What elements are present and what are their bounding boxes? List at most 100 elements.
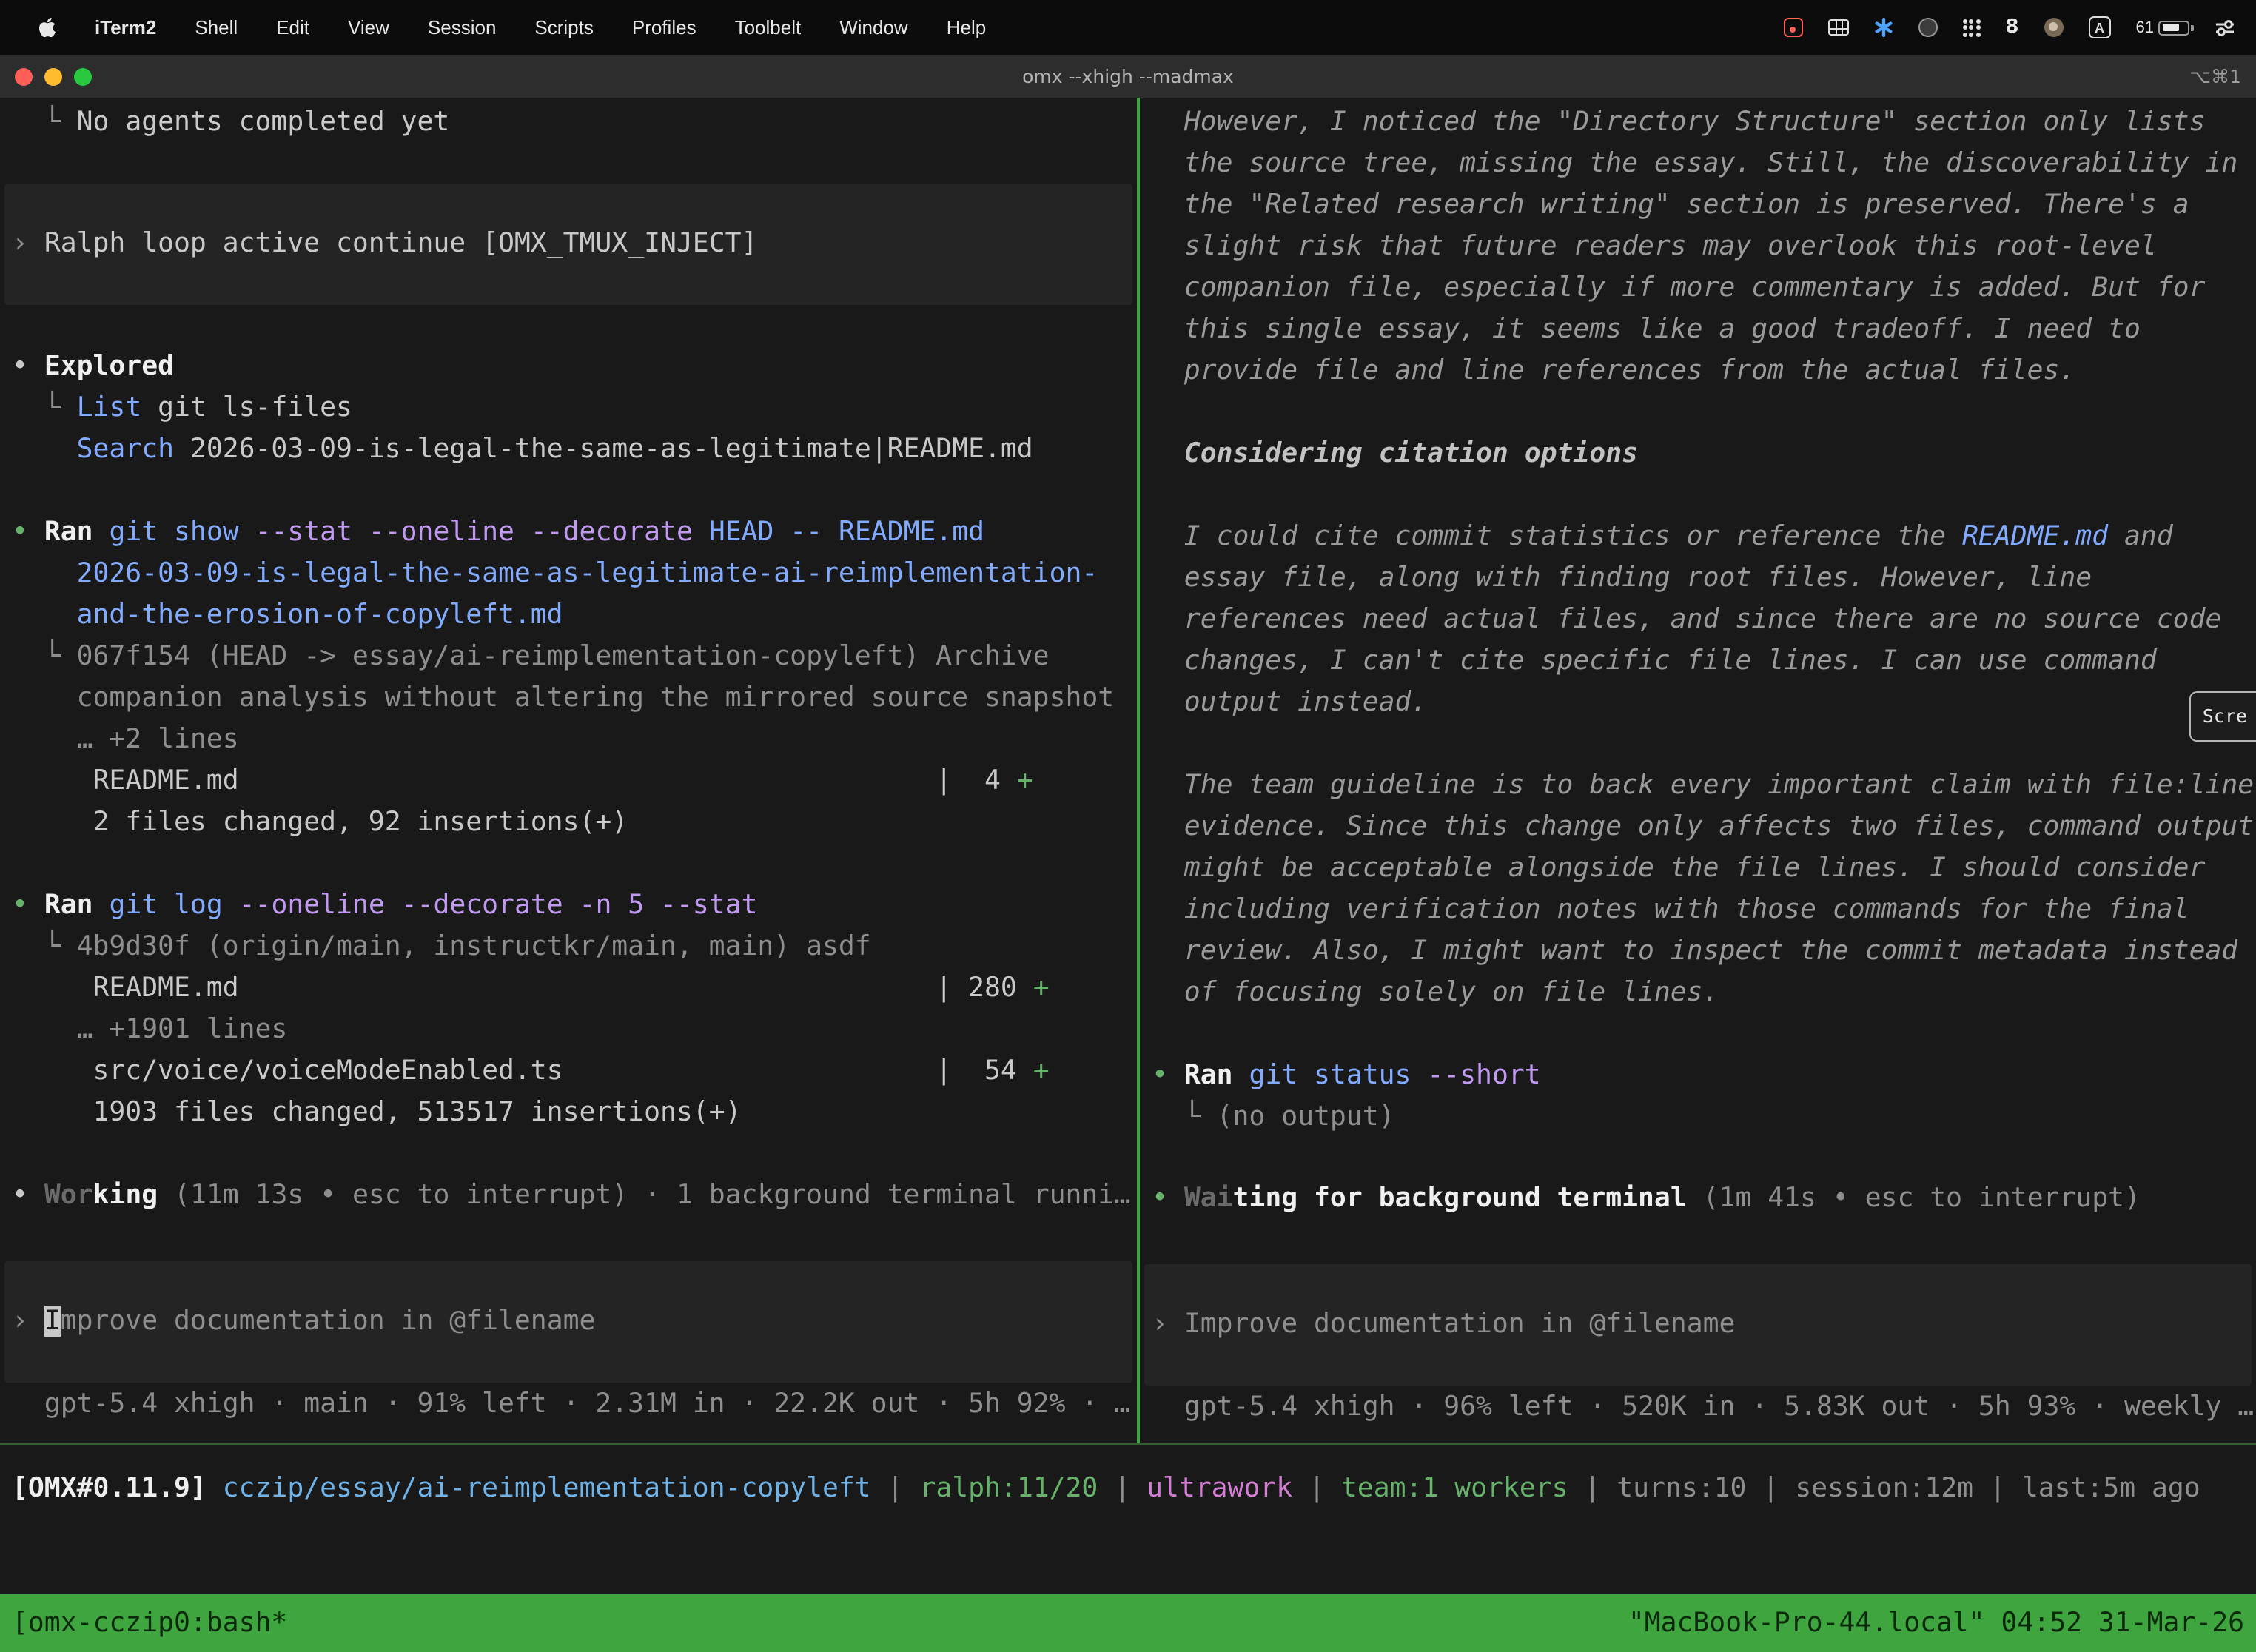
terminal-line: └ List git ls-files: [12, 388, 1137, 429]
text-segment: 2026-03-09-is-legal-the-same-as-legitima…: [174, 434, 1033, 465]
avatar-icon[interactable]: [2044, 18, 2064, 37]
git-log-block: • Ran git log --oneline --decorate -n 5 …: [0, 885, 1137, 1134]
terminal-line: • Explored: [12, 346, 1137, 388]
control-center-icon[interactable]: [2215, 19, 2235, 36]
tmux-host-clock: "MacBook-Pro-44.local" 04:52 31-Mar-26: [1628, 1608, 2244, 1639]
text-segment: (11m 13s • esc to interrupt) · 1 backgro…: [158, 1180, 1130, 1211]
text-segment: Considering citation options: [1152, 438, 1638, 469]
text-segment: companion analysis without altering the …: [12, 682, 1114, 713]
text-segment: mprove documentation in @filename: [61, 1306, 596, 1337]
dark-circle-icon[interactable]: [1918, 18, 1937, 37]
text-segment: README.md: [1962, 521, 2108, 552]
terminal-line: the "Related research writing" section i…: [1152, 185, 2256, 226]
window-title-bar[interactable]: omx --xhigh --madmax ⌥⌘1: [0, 55, 2256, 98]
terminal-line: references need actual files, and since …: [1152, 600, 2256, 641]
screen-recording-icon[interactable]: [1783, 18, 1802, 37]
text-segment: essay file, along with finding root file…: [1152, 563, 2092, 594]
text-segment: Ralph loop active continue [OMX_TMUX_INJ…: [44, 228, 758, 259]
terminal-line: └ No agents completed yet: [12, 102, 1137, 144]
text-segment: Improve documentation in @filename: [1184, 1309, 1736, 1340]
tmux-status-bar: [omx-cczip0:bash* "MacBook-Pro-44.local"…: [0, 1594, 2256, 1652]
text-segment: └ 067f154 (HEAD -> essay/ai-reimplementa…: [12, 641, 1050, 672]
text-segment: git ls-files: [141, 392, 352, 423]
figure-eight-icon[interactable]: 8: [2005, 16, 2018, 38]
menu-item-shell[interactable]: Shell: [195, 16, 238, 38]
battery-indicator[interactable]: 61: [2136, 19, 2190, 36]
menu-item-edit[interactable]: Edit: [276, 16, 309, 38]
menu-item-profiles[interactable]: Profiles: [632, 16, 696, 38]
text-segment: references need actual files, and since …: [1152, 604, 2221, 635]
screen-chip-button[interactable]: Scre: [2189, 691, 2256, 742]
text-segment: 1903 files changed, 513517 insertions(+): [12, 1097, 742, 1128]
menu-item-toolbelt[interactable]: Toolbelt: [735, 16, 802, 38]
menu-item-view[interactable]: View: [348, 16, 389, 38]
text-segment: provide file and line references from th…: [1152, 355, 2075, 386]
text-segment: ralph:11/20: [919, 1473, 1098, 1504]
text-segment: [223, 890, 239, 921]
text-segment: ›: [1152, 1309, 1184, 1340]
blue-asterisk-icon[interactable]: [1873, 18, 1893, 37]
text-segment: Wai: [1184, 1183, 1233, 1214]
battery-percent-label: 61: [2136, 19, 2155, 36]
text-segment: team:1 workers: [1341, 1473, 1568, 1504]
apple-menu-icon[interactable]: [38, 16, 56, 38]
text-segment: --oneline --decorate -n 5 --stat: [239, 890, 758, 921]
menu-item-session[interactable]: Session: [428, 16, 497, 38]
menu-bar-extras: 8 A 61: [1783, 16, 2256, 38]
terminal: └ No agents completed yet › Ralph loop a…: [0, 98, 2256, 1445]
working-status-line: • Working (11m 13s • esc to interrupt) ·…: [0, 1175, 1137, 1217]
keyboard-input-icon[interactable]: A: [2089, 16, 2111, 38]
text-segment: king: [93, 1180, 158, 1211]
tmux-session-label[interactable]: [omx-cczip0:bash*: [12, 1608, 287, 1639]
text-segment: •: [1152, 1183, 1184, 1214]
prompt-input-right[interactable]: › Improve documentation in @filename: [1144, 1264, 2252, 1386]
text-segment: (1m 41s • esc to interrupt): [1687, 1183, 2141, 1214]
left-pane[interactable]: └ No agents completed yet › Ralph loop a…: [0, 98, 1137, 1443]
terminal-line: … +2 lines: [12, 719, 1137, 761]
prompt-input-left[interactable]: › Improve documentation in @filename: [4, 1261, 1132, 1383]
menu-item-app-name[interactable]: iTerm2: [95, 16, 156, 38]
text-segment: --stat --oneline --decorate: [255, 517, 693, 548]
right-pane[interactable]: However, I noticed the "Directory Struct…: [1140, 98, 2256, 1443]
thinking-paragraph-1: However, I noticed the "Directory Struct…: [1140, 102, 2256, 392]
waiting-status-line: • Waiting for background terminal (1m 41…: [1140, 1178, 2256, 1220]
terminal-line: companion file, especially if more comme…: [1152, 268, 2256, 309]
omx-status-line: [OMX#0.11.9] cczip/essay/ai-reimplementa…: [0, 1468, 2256, 1510]
terminal-line: › Ralph loop active continue [OMX_TMUX_I…: [12, 224, 1132, 265]
text-segment: … +1901 lines: [12, 1014, 287, 1045]
text-segment: No agents completed yet: [77, 107, 450, 138]
terminal-line: └ 4b9d30f (origin/main, instructkr/main,…: [12, 927, 1137, 968]
inject-prompt-box[interactable]: › Ralph loop active continue [OMX_TMUX_I…: [4, 184, 1132, 305]
terminal-line: essay file, along with finding root file…: [1152, 558, 2256, 600]
text-segment: |: [871, 1473, 920, 1504]
text-segment: git log: [109, 890, 222, 921]
terminal-line: Search 2026-03-09-is-legal-the-same-as-l…: [12, 429, 1137, 471]
text-segment: [OMX#0.11.9]: [12, 1473, 207, 1504]
session-status-right: gpt-5.4 xhigh · 96% left · 520K in · 5.8…: [1140, 1387, 2256, 1428]
menu-item-scripts[interactable]: Scripts: [534, 16, 593, 38]
text-segment: |: [1568, 1473, 1617, 1504]
text-segment: review. Also, I might want to inspect th…: [1152, 936, 2237, 967]
terminal-line: of focusing solely on file lines.: [1152, 973, 2256, 1014]
window-title: omx --xhigh --madmax: [0, 65, 2256, 87]
terminal-line: review. Also, I might want to inspect th…: [1152, 931, 2256, 973]
text-segment: and: [2108, 521, 2173, 552]
menu-item-help[interactable]: Help: [947, 16, 987, 38]
thinking-paragraph-2: I could cite commit statistics or refere…: [1140, 517, 2256, 724]
terminal-line: provide file and line references from th…: [1152, 351, 2256, 392]
text-segment: this single essay, it seems like a good …: [1152, 314, 2141, 345]
terminal-line: • Ran git status --short: [1152, 1055, 2256, 1097]
text-segment: [207, 1473, 223, 1504]
text-segment: Ran: [1184, 1060, 1233, 1091]
grid-window-icon[interactable]: [1827, 19, 1848, 36]
text-segment: [93, 517, 110, 548]
terminal-line: including verification notes with those …: [1152, 890, 2256, 931]
terminal-line: src/voice/voiceModeEnabled.ts | 54 +: [12, 1051, 1137, 1092]
git-show-block: • Ran git show --stat --oneline --decora…: [0, 512, 1137, 844]
battery-icon: [2158, 20, 2189, 35]
app-grid-icon[interactable]: [1962, 19, 1980, 36]
menu-item-window[interactable]: Window: [839, 16, 908, 38]
text-segment: •: [12, 517, 44, 548]
terminal-line: changes, I can't cite specific file line…: [1152, 641, 2256, 682]
terminal-line: slight risk that future readers may over…: [1152, 226, 2256, 268]
